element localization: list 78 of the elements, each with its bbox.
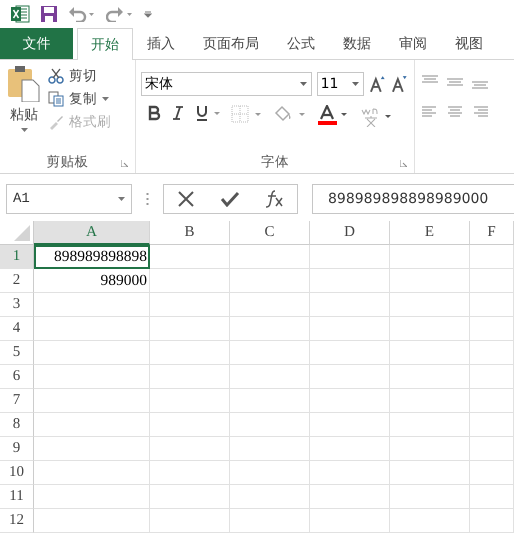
row-header[interactable]: 1	[0, 245, 34, 269]
caret-icon	[300, 82, 307, 86]
customize-caret-icon[interactable]	[144, 10, 152, 18]
table-cell	[470, 509, 514, 533]
table-cell	[470, 293, 514, 317]
fill-bucket-icon[interactable]	[273, 105, 307, 123]
scissors-icon	[48, 68, 64, 84]
formula-field[interactable]: 898989898898989000	[312, 184, 514, 214]
row-header[interactable]: 5	[0, 341, 34, 365]
column-header[interactable]: F	[470, 221, 514, 245]
borders-icon[interactable]	[231, 105, 263, 123]
italic-icon[interactable]	[171, 105, 185, 121]
column-header[interactable]: D	[310, 221, 390, 245]
row-header[interactable]: 9	[0, 437, 34, 461]
font-size-field[interactable]: 11	[316, 72, 364, 96]
save-icon[interactable]	[40, 5, 58, 23]
table-cell	[470, 389, 514, 413]
cancel-icon[interactable]	[176, 190, 194, 208]
row-header[interactable]: 8	[0, 413, 34, 437]
row-header[interactable]: 7	[0, 389, 34, 413]
redo-icon[interactable]	[106, 6, 134, 22]
clipboard-action[interactable]: 复制	[47, 89, 112, 109]
undo-icon[interactable]	[68, 6, 96, 22]
clipboard-action[interactable]: 剪切	[47, 66, 112, 86]
paste-button[interactable]: 粘贴	[5, 64, 43, 151]
table-cell: 989000	[34, 269, 150, 293]
shrink-font-icon[interactable]	[391, 75, 409, 93]
row-header[interactable]: 6	[0, 365, 34, 389]
table-cell	[470, 413, 514, 437]
font-name-field[interactable]: 宋体	[141, 72, 312, 96]
row-header[interactable]: 2	[0, 269, 34, 293]
triangle-icon	[14, 225, 30, 241]
column-header[interactable]: B	[150, 221, 230, 245]
caret-icon	[352, 82, 359, 86]
function-icon[interactable]	[264, 190, 284, 208]
row-header[interactable]: 10	[0, 461, 34, 485]
font-color-icon[interactable]	[317, 105, 349, 125]
column-header[interactable]: C	[230, 221, 310, 245]
table-cell	[470, 341, 514, 365]
column-header[interactable]: A	[34, 221, 150, 245]
ribbon-tab[interactable]: 公式	[273, 28, 329, 59]
caret-icon	[102, 97, 109, 101]
table-cell	[470, 485, 514, 509]
spreadsheet-app-icon[interactable]	[10, 4, 30, 24]
grow-font-icon[interactable]	[368, 75, 386, 93]
table-cell	[470, 245, 514, 269]
ribbon-tab[interactable]: 审阅	[385, 28, 441, 59]
ribbon-tab[interactable]: 数据	[329, 28, 385, 59]
underline-icon[interactable]	[195, 105, 221, 121]
ribbon-tab[interactable]: 文件	[0, 28, 73, 59]
checkmark-icon[interactable]	[220, 191, 240, 207]
ribbon-tab[interactable]: 页面布局	[189, 28, 273, 59]
column-header[interactable]: E	[390, 221, 470, 245]
ribbon-tab[interactable]: 视图	[441, 28, 497, 59]
ribbon-tab[interactable]: 插入	[133, 28, 189, 59]
table-cell	[470, 317, 514, 341]
row-header[interactable]: 11	[0, 485, 34, 509]
row-header[interactable]: 3	[0, 293, 34, 317]
brush-icon	[48, 114, 64, 130]
table-cell	[470, 437, 514, 461]
clipboard-icon	[7, 66, 41, 102]
table-cell	[470, 461, 514, 485]
dialog-launcher-icon[interactable]	[121, 160, 128, 167]
caret-icon	[118, 197, 125, 201]
name-box[interactable]: A1	[6, 184, 132, 214]
copy-icon	[48, 91, 64, 107]
caret-icon	[20, 128, 28, 132]
drag-handle-icon[interactable]	[146, 192, 149, 206]
ribbon-tab[interactable]: 开始	[77, 28, 133, 60]
table-cell: 898989898898	[34, 245, 150, 269]
table-cell	[470, 365, 514, 389]
table-cell	[470, 269, 514, 293]
group-label: 字体	[261, 153, 289, 171]
row-header[interactable]: 4	[0, 317, 34, 341]
bold-icon[interactable]	[147, 105, 161, 121]
row-header[interactable]: 12	[0, 509, 34, 533]
group-label: 剪贴板	[46, 153, 88, 171]
dialog-launcher-icon[interactable]	[400, 160, 407, 167]
